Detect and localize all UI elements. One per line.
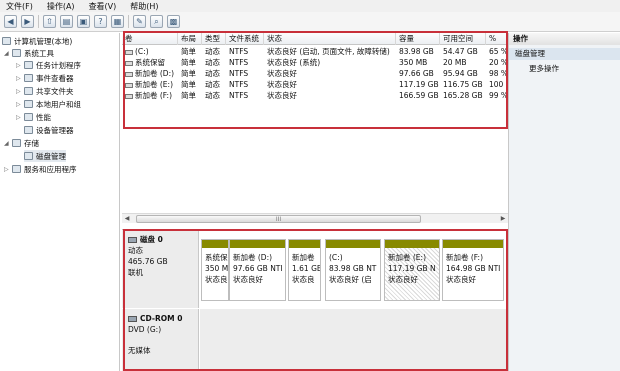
properties-icon[interactable]: ▣ [77, 15, 90, 28]
toolbar: ◀ ▶ ⇧ ▤ ▣ ? ▦ ✎ ⌕ ▩ [0, 12, 620, 32]
tree-item-shared-folders[interactable]: ▷ 共享文件夹 [16, 85, 74, 97]
search-icon[interactable]: ⌕ [150, 15, 163, 28]
partition-f[interactable]: 新加卷 (F:) 164.98 GB NTI 状态良好 [442, 239, 504, 301]
cdrom-label[interactable]: CD-ROM 0 DVD (G:) 无媒体 [122, 309, 199, 371]
tree-item-device-manager[interactable]: 设备管理器 [24, 124, 74, 136]
column-header-volume[interactable]: 卷 [122, 33, 178, 45]
menu-action[interactable]: 操作(A) [47, 1, 75, 12]
disk-management-icon [24, 152, 33, 160]
table-row[interactable]: 新加卷 (D:) 简单 动态 NTFS 状态良好 97.66 GB 95.94 … [122, 68, 508, 79]
column-header-free-space[interactable]: 可用空间 [440, 33, 486, 45]
partition-system-reserved[interactable]: 系统保 350 M 状态良 [201, 239, 229, 301]
expand-icon[interactable]: ▷ [16, 101, 23, 108]
menu-bar: 文件(F) 操作(A) 查看(V) 帮助(H) [0, 0, 620, 12]
partition-c[interactable]: (C:) 83.98 GB NT 状态良好 (启 [325, 239, 381, 301]
menu-file[interactable]: 文件(F) [6, 1, 33, 12]
volume-icon [125, 82, 133, 88]
shared-folder-icon [24, 87, 33, 95]
partition-bar [202, 240, 228, 248]
expand-icon[interactable]: ▷ [16, 62, 23, 69]
menu-view[interactable]: 查看(V) [89, 1, 117, 12]
help-icon[interactable]: ? [94, 15, 107, 28]
volume-list-scrollbar[interactable]: ◀ III ▶ [122, 213, 508, 223]
volume-icon [125, 49, 133, 55]
disk-settings-icon[interactable]: ▩ [167, 15, 180, 28]
actions-pane: 操作 磁盘管理 更多操作 [508, 33, 620, 371]
tree-item-local-users[interactable]: ▷ 本地用户和组 [16, 98, 81, 110]
volume-icon [125, 93, 133, 99]
expand-icon[interactable]: ▷ [16, 88, 23, 95]
collapse-icon[interactable]: ◢ [4, 50, 11, 57]
users-icon [24, 100, 33, 108]
actions-title: 操作 [509, 33, 620, 45]
disk-icon[interactable]: ▦ [111, 15, 124, 28]
column-header-filesystem[interactable]: 文件系统 [226, 33, 264, 45]
partition-bar [230, 240, 285, 248]
tree-item-services[interactable]: ▷ 服务和应用程序 [4, 163, 77, 175]
event-viewer-icon [24, 74, 33, 82]
volume-list-header: 卷 布局 类型 文件系统 状态 容量 可用空间 % [122, 33, 508, 45]
storage-icon [12, 139, 21, 147]
clock-icon [24, 61, 33, 69]
tools-icon [12, 49, 21, 57]
tree-item-event-viewer[interactable]: ▷ 事件查看器 [16, 72, 74, 84]
computer-icon [2, 37, 11, 45]
menu-help[interactable]: 帮助(H) [130, 1, 158, 12]
scroll-left-icon[interactable]: ◀ [122, 214, 132, 224]
navigation-tree: 计算机管理(本地) ◢ 系统工具 ▷ 任务计划程序 ▷ 事件查看器 ▷ 共享文件… [0, 33, 120, 371]
open-icon[interactable]: ✎ [133, 15, 146, 28]
partition-bar [326, 240, 380, 248]
tree-item-system-tools[interactable]: ◢ 系统工具 [4, 47, 54, 59]
tree-item-storage[interactable]: ◢ 存储 [4, 137, 39, 149]
partition-bar [385, 240, 439, 248]
expand-icon[interactable]: ▷ [16, 75, 23, 82]
table-row[interactable]: 新加卷 (E:) 简单 动态 NTFS 状态良好 117.19 GB 116.7… [122, 79, 508, 90]
column-header-layout[interactable]: 布局 [178, 33, 202, 45]
volume-icon [125, 71, 133, 77]
toolbar-separator [38, 15, 39, 28]
column-header-capacity[interactable]: 容量 [396, 33, 440, 45]
toolbar-separator [128, 15, 129, 28]
partition-e[interactable]: 新加卷 (E:) 117.19 GB N 状态良好 [384, 239, 440, 301]
partition-new-volume[interactable]: 新加卷 1.61 GE 状态良 [288, 239, 321, 301]
disk-map: 磁盘 0 动态 465.76 GB 联机 系统保 350 M 状态良 新加卷 (… [122, 229, 508, 371]
up-icon[interactable]: ⇧ [43, 15, 56, 28]
partition-d[interactable]: 新加卷 (D:) 97.66 GB NTI 状态良好 [229, 239, 286, 301]
volume-icon [125, 60, 133, 66]
more-actions-link[interactable]: 更多操作 [509, 63, 620, 75]
forward-icon[interactable]: ▶ [21, 15, 34, 28]
column-header-type[interactable]: 类型 [202, 33, 226, 45]
disk-icon [128, 237, 137, 243]
scroll-right-icon[interactable]: ▶ [498, 214, 508, 224]
column-header-percent-free[interactable]: % [486, 33, 508, 45]
actions-section-disk-management[interactable]: 磁盘管理 [509, 48, 620, 60]
column-header-status[interactable]: 状态 [264, 33, 396, 45]
collapse-icon[interactable]: ◢ [4, 140, 11, 147]
tree-item-disk-management[interactable]: 磁盘管理 [24, 150, 66, 162]
volume-list: 卷 布局 类型 文件系统 状态 容量 可用空间 % (C:) 简单 动态 NTF… [122, 33, 508, 221]
cdrom-media-area[interactable] [200, 309, 508, 371]
table-row[interactable]: 系统保留 简单 动态 NTFS 状态良好 (系统) 350 MB 20 MB 2… [122, 57, 508, 68]
table-row[interactable]: (C:) 简单 动态 NTFS 状态良好 (启动, 页面文件, 故障转储) 83… [122, 46, 508, 57]
table-row[interactable]: 新加卷 (F:) 简单 动态 NTFS 状态良好 166.59 GB 165.2… [122, 90, 508, 101]
device-manager-icon [24, 126, 33, 134]
expand-icon[interactable]: ▷ [4, 166, 11, 173]
back-icon[interactable]: ◀ [4, 15, 17, 28]
disk0-label[interactable]: 磁盘 0 动态 465.76 GB 联机 [122, 230, 199, 308]
tree-item-performance[interactable]: ▷ 性能 [16, 111, 51, 123]
partition-bar [443, 240, 503, 248]
tree-item-task-scheduler[interactable]: ▷ 任务计划程序 [16, 59, 81, 71]
performance-icon [24, 113, 33, 121]
scrollbar-thumb[interactable]: III [136, 215, 421, 223]
tree-item-root[interactable]: 计算机管理(本地) [2, 35, 72, 47]
partition-bar [289, 240, 320, 248]
services-icon [12, 165, 21, 173]
show-hide-tree-icon[interactable]: ▤ [60, 15, 73, 28]
expand-icon[interactable]: ▷ [16, 114, 23, 121]
cdrom-icon [128, 316, 137, 322]
